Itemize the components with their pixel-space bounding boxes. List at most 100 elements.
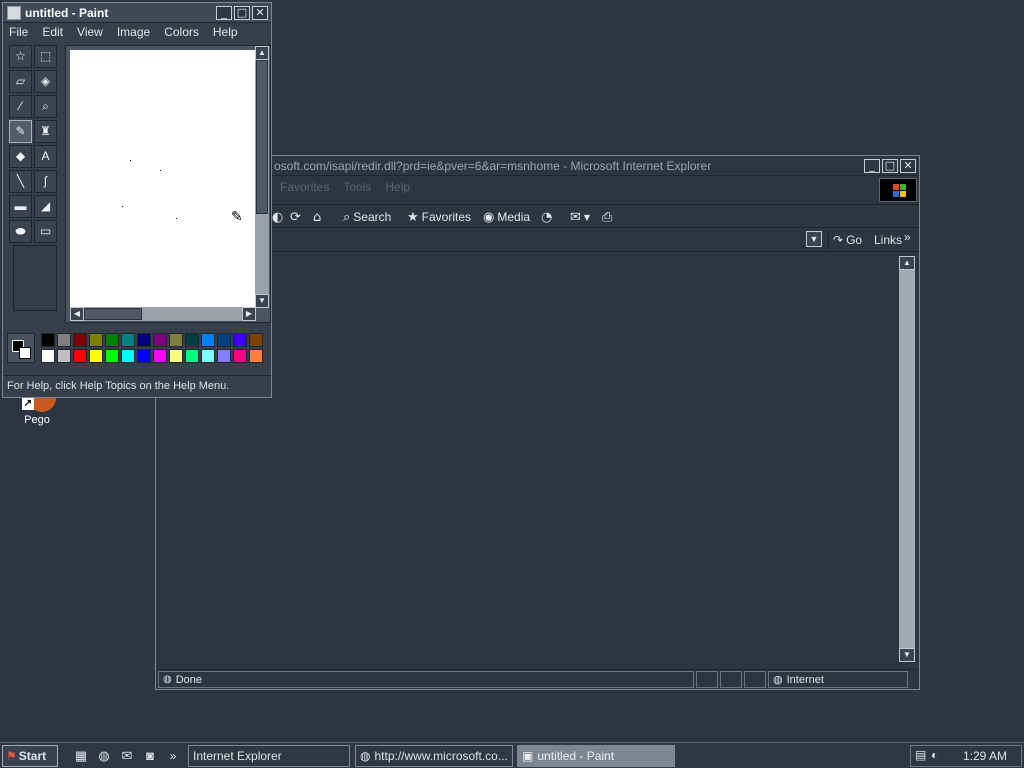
home-button[interactable]: ⌂ bbox=[313, 207, 321, 227]
palette-swatch[interactable] bbox=[105, 333, 119, 347]
ie-vertical-scrollbar[interactable]: ▲ ▼ bbox=[899, 256, 915, 662]
paint-vscroll-thumb[interactable] bbox=[256, 60, 268, 214]
curve-icon[interactable]: ∫ bbox=[34, 170, 57, 193]
brush-icon[interactable]: ♜ bbox=[34, 120, 57, 143]
go-button[interactable]: ↷ Go bbox=[828, 230, 866, 250]
rounded-rect-icon[interactable]: ▭ bbox=[34, 220, 57, 243]
polygon-icon[interactable]: ◢ bbox=[34, 195, 57, 218]
menu-file[interactable]: File bbox=[9, 25, 28, 43]
paint-scroll-up-button[interactable]: ▲ bbox=[255, 46, 269, 60]
paint-minimize-button[interactable]: _ bbox=[216, 6, 232, 20]
line-icon[interactable]: ╲ bbox=[9, 170, 32, 193]
palette-swatch[interactable] bbox=[137, 349, 151, 363]
fill-icon[interactable]: ◈ bbox=[34, 70, 57, 93]
palette-swatch[interactable] bbox=[153, 333, 167, 347]
palette-swatch[interactable] bbox=[89, 349, 103, 363]
history-button[interactable]: ◔ bbox=[541, 207, 552, 227]
favorites-button[interactable]: ★ Favorites bbox=[407, 207, 471, 227]
palette-swatch[interactable] bbox=[41, 333, 55, 347]
ie-scroll-down-button[interactable]: ▼ bbox=[899, 648, 915, 662]
palette-swatch[interactable] bbox=[73, 349, 87, 363]
refresh-button[interactable]: ⟳ bbox=[290, 207, 301, 227]
palette-swatch[interactable] bbox=[105, 349, 119, 363]
paint-maximize-button[interactable]: □ bbox=[234, 6, 250, 20]
palette-swatch[interactable] bbox=[217, 333, 231, 347]
palette-swatch[interactable] bbox=[169, 349, 183, 363]
palette-swatch[interactable] bbox=[169, 333, 183, 347]
palette-swatch[interactable] bbox=[121, 349, 135, 363]
palette-swatch[interactable] bbox=[153, 349, 167, 363]
outlook-quicklaunch-icon[interactable]: ✉ bbox=[118, 747, 136, 765]
menu-image[interactable]: Image bbox=[117, 25, 150, 43]
palette-swatch[interactable] bbox=[185, 349, 199, 363]
palette-swatch[interactable] bbox=[57, 349, 71, 363]
messenger-tray-icon[interactable]: ◐ bbox=[931, 748, 938, 762]
airbrush-icon[interactable]: ◆ bbox=[9, 145, 32, 168]
links-button[interactable]: Links bbox=[874, 233, 902, 247]
palette-swatch[interactable] bbox=[137, 333, 151, 347]
palette-swatch[interactable] bbox=[217, 349, 231, 363]
print-button[interactable]: ⎙ bbox=[602, 207, 612, 227]
taskbar-button-microsoft-page[interactable]: ◍ http://www.microsoft.co... bbox=[355, 745, 513, 767]
palette-swatch[interactable] bbox=[233, 349, 247, 363]
free-select-icon[interactable]: ☆ bbox=[9, 45, 32, 68]
paint-horizontal-scrollbar[interactable]: ◀ ▶ bbox=[70, 307, 256, 321]
palette-swatch[interactable] bbox=[249, 333, 263, 347]
palette-swatch[interactable] bbox=[89, 333, 103, 347]
palette-swatch[interactable] bbox=[73, 333, 87, 347]
drawing-canvas[interactable]: ✎ bbox=[70, 50, 256, 308]
ie-maximize-button[interactable]: □ bbox=[882, 159, 898, 173]
clock[interactable]: 1:29 AM bbox=[963, 749, 1007, 763]
menu-view[interactable]: View bbox=[77, 25, 103, 43]
palette-swatch[interactable] bbox=[41, 349, 55, 363]
menu-help[interactable]: Help bbox=[213, 25, 238, 43]
network-tray-icon[interactable]: ▤ bbox=[915, 748, 926, 762]
mail-button[interactable]: ✉ ▼ bbox=[570, 207, 590, 227]
ie-menu-help[interactable]: Help bbox=[385, 180, 410, 202]
tool-options-box[interactable] bbox=[13, 245, 57, 311]
pixel-dot bbox=[122, 206, 123, 207]
paint-scroll-left-button[interactable]: ◀ bbox=[70, 307, 84, 321]
address-dropdown-button[interactable]: ▼ bbox=[806, 231, 822, 247]
paint-scroll-right-button[interactable]: ▶ bbox=[242, 307, 256, 321]
taskbar-button-internet-explorer[interactable]: Internet Explorer bbox=[188, 745, 350, 767]
menu-colors[interactable]: Colors bbox=[164, 25, 199, 43]
color-picker-icon[interactable]: ⁄ bbox=[9, 95, 32, 118]
messenger-quicklaunch-icon[interactable]: ◙ bbox=[141, 747, 159, 765]
text-icon[interactable]: A bbox=[34, 145, 57, 168]
ie-scroll-up-button[interactable]: ▲ bbox=[899, 256, 915, 270]
quicklaunch-chevron[interactable]: » bbox=[164, 747, 182, 765]
palette-swatch[interactable] bbox=[57, 333, 71, 347]
paint-vertical-scrollbar[interactable]: ▲ ▼ bbox=[255, 46, 269, 308]
paint-scroll-down-button[interactable]: ▼ bbox=[255, 294, 269, 308]
menu-edit[interactable]: Edit bbox=[42, 25, 63, 43]
paint-close-button[interactable]: ✕ bbox=[252, 6, 268, 20]
magnifier-icon[interactable]: ⌕ bbox=[34, 95, 57, 118]
palette-swatch[interactable] bbox=[201, 349, 215, 363]
palette-swatch[interactable] bbox=[201, 333, 215, 347]
ie-menu-favorites[interactable]: Favorites bbox=[280, 180, 329, 202]
rectangle-icon[interactable]: ▬ bbox=[9, 195, 32, 218]
ie-quicklaunch-icon[interactable]: ◍ bbox=[95, 747, 113, 765]
palette-swatch[interactable] bbox=[121, 333, 135, 347]
rect-select-icon[interactable]: ⬚ bbox=[34, 45, 57, 68]
eraser-icon[interactable]: ▱ bbox=[9, 70, 32, 93]
palette-swatch[interactable] bbox=[185, 333, 199, 347]
paint-titlebar[interactable]: untitled - Paint _ □ ✕ bbox=[3, 3, 271, 23]
ie-menu-tools[interactable]: Tools bbox=[343, 180, 371, 202]
pencil-icon[interactable]: ✎ bbox=[9, 120, 32, 143]
paint-hscroll-thumb[interactable] bbox=[84, 308, 142, 320]
start-button[interactable]: ⚑ Start bbox=[2, 745, 58, 767]
ie-close-button[interactable]: ✕ bbox=[900, 159, 916, 173]
stop-button[interactable]: ◐ bbox=[272, 207, 283, 227]
links-chevron-icon[interactable]: » bbox=[904, 230, 911, 244]
paint-window[interactable]: untitled - Paint _ □ ✕ File Edit View Im… bbox=[2, 2, 272, 398]
palette-swatch[interactable] bbox=[233, 333, 247, 347]
taskbar-button-paint[interactable]: ▣ untitled - Paint bbox=[517, 745, 675, 767]
show-desktop-icon[interactable]: ▦ bbox=[72, 747, 90, 765]
palette-swatch[interactable] bbox=[249, 349, 263, 363]
search-button[interactable]: ⌕ Search bbox=[343, 207, 391, 227]
ie-minimize-button[interactable]: _ bbox=[864, 159, 880, 173]
media-button[interactable]: ◉ Media bbox=[483, 207, 530, 227]
ellipse-icon[interactable]: ⬬ bbox=[9, 220, 32, 243]
